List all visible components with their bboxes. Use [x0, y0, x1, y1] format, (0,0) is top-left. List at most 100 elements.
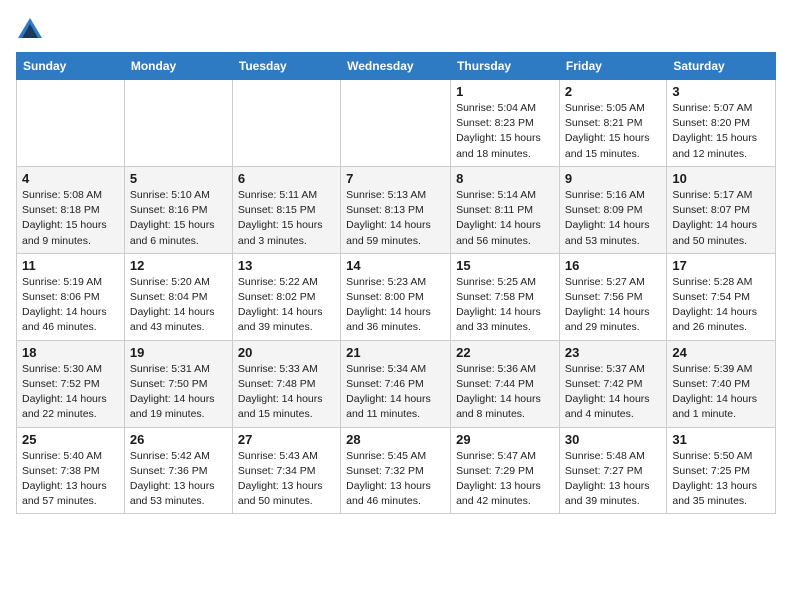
- day-info: Sunrise: 5:28 AM Sunset: 7:54 PM Dayligh…: [672, 275, 770, 336]
- day-cell: 18 Sunrise: 5:30 AM Sunset: 7:52 PM Dayli…: [17, 340, 125, 427]
- day-number: 2: [565, 84, 661, 99]
- week-row-2: 4 Sunrise: 5:08 AM Sunset: 8:18 PM Daylig…: [17, 166, 776, 253]
- day-cell: 22 Sunrise: 5:36 AM Sunset: 7:44 PM Dayli…: [451, 340, 560, 427]
- day-cell: 8Sunrise: 5:14 AM Sunset: 8:11 PM Daylig…: [451, 166, 560, 253]
- day-info: Sunrise: 5:22 AM Sunset: 8:02 PM Dayligh…: [238, 275, 335, 336]
- day-cell: 12 Sunrise: 5:20 AM Sunset: 8:04 PM Dayli…: [124, 253, 232, 340]
- day-cell: 9Sunrise: 5:16 AM Sunset: 8:09 PM Daylig…: [559, 166, 666, 253]
- day-number: 15: [456, 258, 554, 273]
- week-row-5: 25 Sunrise: 5:40 AM Sunset: 7:38 PM Dayli…: [17, 427, 776, 514]
- day-info: Sunrise: 5:10 AM Sunset: 8:16 PM Dayligh…: [130, 188, 227, 249]
- day-info: Sunrise: 5:36 AM Sunset: 7:44 PM Dayligh…: [456, 362, 554, 423]
- day-cell: 24 Sunrise: 5:39 AM Sunset: 7:40 PM Dayli…: [667, 340, 776, 427]
- day-info: Sunrise: 5:39 AM Sunset: 7:40 PM Dayligh…: [672, 362, 770, 423]
- day-info: Sunrise: 5:50 AM Sunset: 7:25 PM Dayligh…: [672, 449, 770, 510]
- week-row-1: 1Sunrise: 5:04 AM Sunset: 8:23 PM Daylig…: [17, 80, 776, 167]
- day-info: Sunrise: 5:27 AM Sunset: 7:56 PM Dayligh…: [565, 275, 661, 336]
- day-info: Sunrise: 5:05 AM Sunset: 8:21 PM Dayligh…: [565, 101, 661, 162]
- day-cell: 15Sunrise: 5:25 AM Sunset: 7:58 PM Dayli…: [451, 253, 560, 340]
- day-number: 26: [130, 432, 227, 447]
- day-number: 7: [346, 171, 445, 186]
- day-cell: 2 Sunrise: 5:05 AM Sunset: 8:21 PM Daylig…: [559, 80, 666, 167]
- week-row-3: 11 Sunrise: 5:19 AM Sunset: 8:06 PM Dayli…: [17, 253, 776, 340]
- day-number: 23: [565, 345, 661, 360]
- weekday-header-row: SundayMondayTuesdayWednesdayThursdayFrid…: [17, 53, 776, 80]
- day-info: Sunrise: 5:40 AM Sunset: 7:38 PM Dayligh…: [22, 449, 119, 510]
- day-number: 29: [456, 432, 554, 447]
- day-cell: 30 Sunrise: 5:48 AM Sunset: 7:27 PM Dayli…: [559, 427, 666, 514]
- weekday-header-tuesday: Tuesday: [232, 53, 340, 80]
- day-info: Sunrise: 5:08 AM Sunset: 8:18 PM Dayligh…: [22, 188, 119, 249]
- day-cell: 26 Sunrise: 5:42 AM Sunset: 7:36 PM Dayli…: [124, 427, 232, 514]
- day-info: Sunrise: 5:33 AM Sunset: 7:48 PM Dayligh…: [238, 362, 335, 423]
- day-info: Sunrise: 5:48 AM Sunset: 7:27 PM Dayligh…: [565, 449, 661, 510]
- weekday-header-friday: Friday: [559, 53, 666, 80]
- day-info: Sunrise: 5:42 AM Sunset: 7:36 PM Dayligh…: [130, 449, 227, 510]
- day-cell: 25 Sunrise: 5:40 AM Sunset: 7:38 PM Dayli…: [17, 427, 125, 514]
- day-number: 3: [672, 84, 770, 99]
- day-cell: 23 Sunrise: 5:37 AM Sunset: 7:42 PM Dayli…: [559, 340, 666, 427]
- header: [16, 10, 776, 44]
- calendar: SundayMondayTuesdayWednesdayThursdayFrid…: [16, 52, 776, 514]
- day-info: Sunrise: 5:07 AM Sunset: 8:20 PM Dayligh…: [672, 101, 770, 162]
- day-info: Sunrise: 5:43 AM Sunset: 7:34 PM Dayligh…: [238, 449, 335, 510]
- page: SundayMondayTuesdayWednesdayThursdayFrid…: [0, 0, 792, 530]
- day-number: 11: [22, 258, 119, 273]
- day-number: 14: [346, 258, 445, 273]
- day-cell: 21 Sunrise: 5:34 AM Sunset: 7:46 PM Dayli…: [341, 340, 451, 427]
- day-info: Sunrise: 5:45 AM Sunset: 7:32 PM Dayligh…: [346, 449, 445, 510]
- day-cell: 3 Sunrise: 5:07 AM Sunset: 8:20 PM Daylig…: [667, 80, 776, 167]
- day-cell: 27 Sunrise: 5:43 AM Sunset: 7:34 PM Dayli…: [232, 427, 340, 514]
- day-number: 21: [346, 345, 445, 360]
- day-number: 25: [22, 432, 119, 447]
- day-cell: 13Sunrise: 5:22 AM Sunset: 8:02 PM Dayli…: [232, 253, 340, 340]
- day-number: 22: [456, 345, 554, 360]
- day-cell: 5Sunrise: 5:10 AM Sunset: 8:16 PM Daylig…: [124, 166, 232, 253]
- day-info: Sunrise: 5:30 AM Sunset: 7:52 PM Dayligh…: [22, 362, 119, 423]
- day-cell: 4 Sunrise: 5:08 AM Sunset: 8:18 PM Daylig…: [17, 166, 125, 253]
- day-cell: 6 Sunrise: 5:11 AM Sunset: 8:15 PM Daylig…: [232, 166, 340, 253]
- day-info: Sunrise: 5:19 AM Sunset: 8:06 PM Dayligh…: [22, 275, 119, 336]
- day-info: Sunrise: 5:13 AM Sunset: 8:13 PM Dayligh…: [346, 188, 445, 249]
- day-number: 30: [565, 432, 661, 447]
- day-number: 10: [672, 171, 770, 186]
- weekday-header-wednesday: Wednesday: [341, 53, 451, 80]
- day-number: 6: [238, 171, 335, 186]
- day-cell: 7 Sunrise: 5:13 AM Sunset: 8:13 PM Daylig…: [341, 166, 451, 253]
- logo-icon: [16, 16, 44, 44]
- day-info: Sunrise: 5:34 AM Sunset: 7:46 PM Dayligh…: [346, 362, 445, 423]
- day-info: Sunrise: 5:47 AM Sunset: 7:29 PM Dayligh…: [456, 449, 554, 510]
- day-info: Sunrise: 5:20 AM Sunset: 8:04 PM Dayligh…: [130, 275, 227, 336]
- day-number: 9: [565, 171, 661, 186]
- day-number: 12: [130, 258, 227, 273]
- day-number: 4: [22, 171, 119, 186]
- day-number: 19: [130, 345, 227, 360]
- day-info: Sunrise: 5:04 AM Sunset: 8:23 PM Dayligh…: [456, 101, 554, 162]
- day-number: 18: [22, 345, 119, 360]
- day-info: Sunrise: 5:11 AM Sunset: 8:15 PM Dayligh…: [238, 188, 335, 249]
- day-cell: [341, 80, 451, 167]
- weekday-header-monday: Monday: [124, 53, 232, 80]
- day-number: 28: [346, 432, 445, 447]
- day-cell: 10Sunrise: 5:17 AM Sunset: 8:07 PM Dayli…: [667, 166, 776, 253]
- week-row-4: 18 Sunrise: 5:30 AM Sunset: 7:52 PM Dayli…: [17, 340, 776, 427]
- day-number: 24: [672, 345, 770, 360]
- weekday-header-saturday: Saturday: [667, 53, 776, 80]
- day-info: Sunrise: 5:23 AM Sunset: 8:00 PM Dayligh…: [346, 275, 445, 336]
- weekday-header-thursday: Thursday: [451, 53, 560, 80]
- day-info: Sunrise: 5:37 AM Sunset: 7:42 PM Dayligh…: [565, 362, 661, 423]
- day-cell: [232, 80, 340, 167]
- day-number: 31: [672, 432, 770, 447]
- day-number: 27: [238, 432, 335, 447]
- day-cell: 31 Sunrise: 5:50 AM Sunset: 7:25 PM Dayli…: [667, 427, 776, 514]
- day-info: Sunrise: 5:31 AM Sunset: 7:50 PM Dayligh…: [130, 362, 227, 423]
- day-cell: 16Sunrise: 5:27 AM Sunset: 7:56 PM Dayli…: [559, 253, 666, 340]
- weekday-header-sunday: Sunday: [17, 53, 125, 80]
- day-cell: 1Sunrise: 5:04 AM Sunset: 8:23 PM Daylig…: [451, 80, 560, 167]
- day-cell: 28 Sunrise: 5:45 AM Sunset: 7:32 PM Dayli…: [341, 427, 451, 514]
- day-cell: [17, 80, 125, 167]
- day-cell: 14 Sunrise: 5:23 AM Sunset: 8:00 PM Dayli…: [341, 253, 451, 340]
- day-cell: 11 Sunrise: 5:19 AM Sunset: 8:06 PM Dayli…: [17, 253, 125, 340]
- day-cell: 19 Sunrise: 5:31 AM Sunset: 7:50 PM Dayli…: [124, 340, 232, 427]
- day-number: 8: [456, 171, 554, 186]
